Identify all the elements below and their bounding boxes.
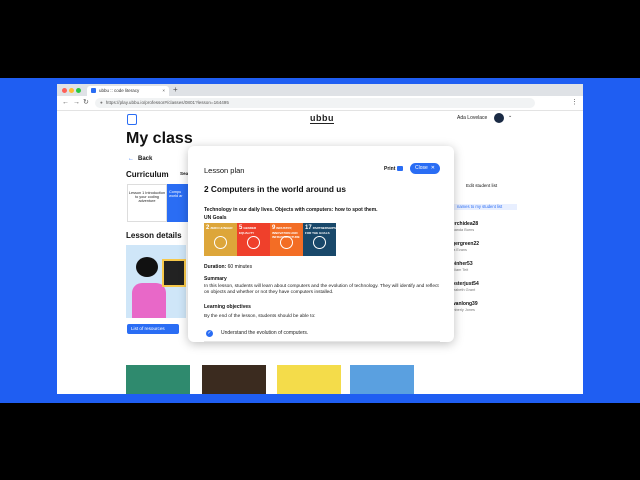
browser-tab[interactable]: ubbu :: code literacy × — [87, 86, 169, 96]
resource-thumbnail-4[interactable] — [350, 365, 414, 394]
objectives-intro: By the end of the lesson, students shoul… — [204, 314, 316, 319]
browser-window: ubbu :: code literacy × + ← → ↻ ● https:/… — [57, 84, 583, 394]
summary-label: Summary — [204, 276, 227, 282]
tab-close-icon[interactable]: × — [162, 86, 165, 96]
close-window-dot[interactable] — [62, 88, 67, 93]
browser-menu-icon[interactable]: ⋮ — [571, 98, 578, 108]
avatar[interactable] — [494, 113, 504, 123]
lock-icon: ● — [100, 100, 103, 105]
maximize-window-dot[interactable] — [76, 88, 81, 93]
favicon-icon — [91, 88, 96, 94]
lesson-details-heading: Lesson details — [126, 231, 182, 240]
names-toggle[interactable]: names to my student list — [454, 204, 517, 210]
lesson-card-2[interactable]: Compu world ar — [167, 184, 189, 222]
printer-icon[interactable] — [397, 166, 403, 171]
url-field[interactable]: ● https://play.ubbu.io/professor#/classes… — [95, 98, 535, 108]
un-goal-5-badge: 5GENDER EQUALITY — [237, 223, 270, 256]
new-tab-button[interactable]: + — [173, 85, 178, 95]
user-menu-chevron-icon[interactable]: ⌄ — [508, 113, 512, 119]
app-page: ubbu Ada Lovelace ⌄ My class ← Back Curri… — [57, 111, 583, 394]
brand-logo[interactable]: ubbu — [310, 113, 334, 124]
curriculum-peek: Sea — [180, 171, 189, 176]
rings-icon — [313, 236, 326, 249]
objective-item: ✓ Understand the evolution of computers. — [204, 327, 440, 342]
resource-thumbnail-1[interactable] — [126, 365, 190, 394]
resource-thumbnail-3[interactable] — [277, 365, 341, 394]
forward-nav-icon[interactable]: → — [73, 98, 80, 108]
un-goal-17-badge: 17PARTNERSHIPS FOR THE GOALS — [303, 223, 336, 256]
close-label: Close — [415, 165, 428, 171]
lesson-title: 2 Computers in the world around us — [204, 184, 346, 194]
un-goals-label: UN Goals — [204, 215, 227, 221]
figure-hair — [136, 257, 158, 277]
objective-text: Understand the evolution of computers. — [221, 330, 309, 336]
un-goal-2-badge: 2ZERO HUNGER — [204, 223, 237, 256]
duration: Duration: 60 minutes — [204, 264, 252, 270]
tab-title: ubbu :: code literacy — [99, 88, 140, 93]
un-goal-9-badge: 9INDUSTRY, INNOVATION AND INFRASTRUCTURE — [270, 223, 303, 256]
lesson-subtitle: Technology in our daily lives. Objects w… — [204, 207, 378, 213]
lesson-card-1[interactable]: Lesson 1 Introduction to your coding adv… — [127, 184, 167, 222]
summary-text: In this lesson, students will learn abou… — [204, 284, 439, 296]
objectives-label: Learning objectives — [204, 304, 251, 310]
minimize-window-dot[interactable] — [69, 88, 74, 93]
video-stage: ubbu :: code literacy × + ← → ↻ ● https:/… — [0, 78, 640, 403]
page-title: My class — [126, 130, 193, 147]
lesson-plan-modal: Lesson plan Print Close ✕ 2 Computers in … — [188, 146, 454, 342]
close-button[interactable]: Close ✕ — [410, 163, 440, 174]
gender-icon — [247, 236, 260, 249]
modal-title: Lesson plan — [204, 166, 245, 175]
screen-icon — [162, 259, 186, 287]
back-label: Back — [138, 156, 153, 162]
resource-thumbnail-2[interactable] — [202, 365, 266, 394]
url-text: https://play.ubbu.io/professor#/classes/… — [105, 100, 229, 105]
address-bar: ← → ↻ ● https://play.ubbu.io/professor#/c… — [57, 96, 583, 111]
check-icon: ✓ — [206, 330, 213, 337]
duration-label: Duration: — [204, 264, 227, 270]
objective-item: ✓Identify and reflect on objects and whe… — [204, 341, 440, 342]
tab-bar: ubbu :: code literacy × + — [57, 84, 583, 96]
list-of-resources-button[interactable]: List of resources — [127, 324, 179, 334]
notification-icon[interactable] — [127, 114, 137, 125]
lesson-hero-illustration — [126, 245, 186, 318]
back-nav-icon[interactable]: ← — [62, 98, 69, 108]
curriculum-heading: Curriculum — [126, 170, 169, 179]
print-button[interactable]: Print — [384, 166, 395, 172]
back-arrow-icon: ← — [128, 156, 134, 162]
cubes-icon — [280, 236, 293, 249]
back-button[interactable]: ← Back — [128, 156, 152, 162]
figure-body — [132, 283, 166, 318]
user-name[interactable]: Ada Lovelace — [457, 115, 487, 121]
edit-student-list-button[interactable]: Edit student list — [466, 183, 497, 188]
duration-value: 60 minutes — [227, 264, 253, 270]
close-icon: ✕ — [430, 165, 435, 171]
reload-icon[interactable]: ↻ — [83, 98, 89, 108]
bowl-icon — [214, 236, 227, 249]
